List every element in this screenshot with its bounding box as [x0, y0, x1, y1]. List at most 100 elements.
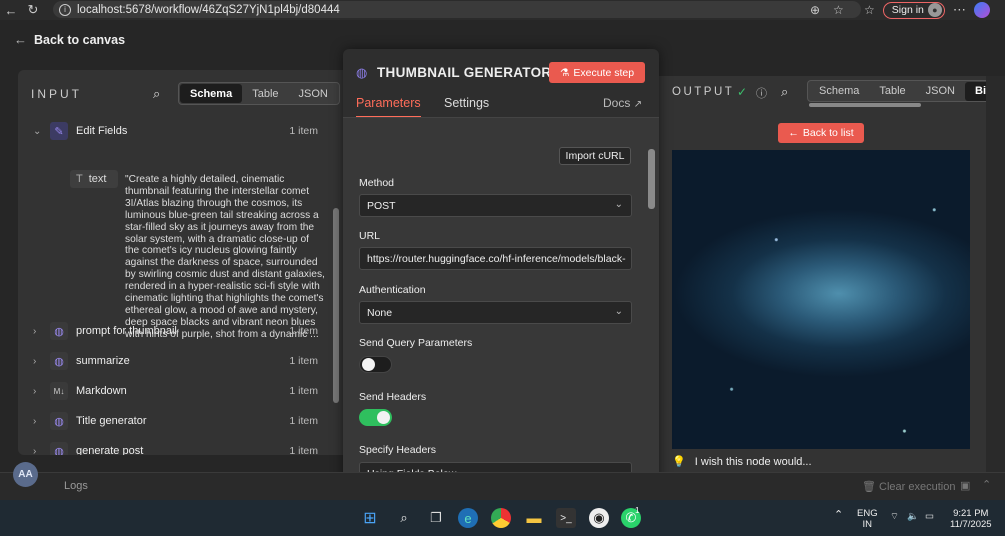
chrome-icon[interactable] [491, 508, 511, 528]
language-indicator[interactable]: ENG IN [857, 508, 878, 530]
node-title[interactable]: THUMBNAIL GENERATOR [377, 65, 551, 80]
file-explorer-icon[interactable]: ▬ [524, 508, 544, 528]
feedback-prompt[interactable]: 💡 I wish this node would... [672, 455, 812, 468]
tab-schema[interactable]: Schema [809, 82, 869, 101]
collapse-icon[interactable]: ▣ [960, 479, 970, 492]
input-node-row[interactable]: › ◍ summarize 1 item [18, 350, 326, 372]
logs-label[interactable]: Logs [64, 480, 88, 492]
tab-settings[interactable]: Settings [444, 96, 489, 110]
item-count: 1 item [289, 355, 318, 367]
tabs-scrollbar[interactable] [809, 103, 921, 107]
favorites-icon[interactable]: ☆ [864, 3, 875, 17]
user-avatar[interactable]: AA [13, 462, 38, 487]
back-arrow-icon[interactable]: ← [0, 0, 22, 20]
globe-icon: ◍ [50, 322, 68, 340]
search-icon[interactable]: ⌕ [153, 86, 160, 102]
date: 11/7/2025 [950, 519, 992, 530]
right-edge-panel [986, 76, 1005, 476]
globe-icon: ◍ [356, 65, 368, 80]
input-view-tabs: Schema Table JSON [178, 82, 340, 105]
signin-button[interactable]: Sign in ● [882, 1, 945, 19]
tab-json[interactable]: JSON [916, 82, 965, 101]
chevron-right-icon[interactable]: › [33, 356, 36, 367]
input-title: INPUT [31, 87, 82, 101]
wifi-icon[interactable]: ⌔ [890, 511, 899, 522]
terminal-icon[interactable]: >_ [556, 508, 576, 528]
item-count: 1 item [289, 125, 318, 137]
scroll-thumb[interactable] [333, 208, 339, 403]
lightbulb-icon: 💡 [672, 456, 686, 468]
back-to-canvas-icon[interactable]: ← [14, 32, 27, 47]
method-label: Method [359, 177, 395, 189]
back-to-canvas-link[interactable]: Back to canvas [34, 33, 125, 47]
volume-icon[interactable]: 🔈 [907, 511, 919, 522]
input-panel: INPUT ⌕ Schema Table JSON ⌄ ✎ Edit Field… [18, 70, 343, 455]
reload-icon[interactable]: ↻ [22, 0, 44, 20]
more-menu-icon[interactable]: ⋯ [953, 2, 966, 18]
tab-json[interactable]: JSON [289, 84, 338, 103]
input-node-row[interactable]: › ◍ prompt for thumbnail 1 item [18, 320, 326, 342]
external-link-icon: ↗ [633, 99, 643, 110]
chevron-up-icon[interactable]: ⌃ [982, 478, 991, 491]
info-icon[interactable]: ⓘ [756, 85, 767, 101]
scroll-thumb[interactable] [648, 149, 655, 209]
windows-start-icon[interactable]: ⊞ [360, 508, 380, 528]
input-node-row[interactable]: › ◍ Title generator 1 item [18, 410, 326, 432]
logs-bar: Logs 🗑 Clear execution ▣ ⌃ [0, 472, 1005, 500]
battery-icon[interactable]: ▭ [925, 511, 934, 522]
input-node-row[interactable]: › M↓ Markdown 1 item [18, 380, 326, 402]
chevron-right-icon[interactable]: › [33, 446, 36, 456]
task-view-icon[interactable]: ❐ [426, 508, 446, 528]
item-count: 1 item [289, 445, 318, 455]
time: 9:21 PM [953, 508, 989, 519]
modal-scrollbar[interactable] [648, 139, 655, 489]
zoom-icon[interactable]: ⊕ [810, 3, 820, 17]
chevron-down-icon: ⌄ [614, 306, 623, 317]
address-bar[interactable]: i localhost:5678/workflow/46ZqS27YjN1pl4… [53, 1, 861, 18]
github-icon[interactable]: ◉ [589, 508, 609, 528]
execute-step-button[interactable]: ⚗ Execute step [549, 62, 645, 83]
globe-icon: ◍ [50, 412, 68, 430]
tab-table[interactable]: Table [242, 84, 288, 103]
item-count: 1 item [289, 325, 318, 337]
output-title: OUTPUT [672, 86, 735, 98]
copilot-icon[interactable] [973, 2, 990, 18]
url-input[interactable]: https://router.huggingface.co/hf-inferen… [359, 247, 632, 270]
profile-avatar-icon: ● [927, 3, 942, 17]
authentication-select[interactable]: None ⌄ [359, 301, 632, 324]
method-select[interactable]: POST ⌄ [359, 194, 632, 217]
node-label: generate post [76, 445, 144, 455]
search-icon[interactable]: ⌕ [394, 508, 414, 528]
tab-parameters[interactable]: Parameters [356, 96, 421, 118]
flask-icon: ⚗ [559, 66, 570, 79]
send-query-toggle[interactable] [359, 356, 392, 373]
toggle-knob [377, 411, 390, 424]
input-node-row[interactable]: ⌄ ✎ Edit Fields 1 item [18, 120, 326, 142]
edge-browser-icon[interactable]: e [458, 508, 478, 528]
chevron-down-icon[interactable]: ⌄ [33, 126, 41, 137]
text-type-icon: T [76, 173, 83, 185]
search-icon[interactable]: ⌕ [781, 84, 788, 100]
back-to-list-button[interactable]: ← Back to list [778, 123, 864, 143]
clipped-row-wrapper: › ◍ generate post 1 item [18, 436, 326, 455]
url-label: URL [359, 230, 381, 242]
chevron-right-icon[interactable]: › [33, 416, 36, 427]
clear-execution-button[interactable]: 🗑 Clear execution [862, 480, 955, 493]
input-node-row[interactable]: › ◍ generate post 1 item [18, 440, 326, 455]
tab-table[interactable]: Table [869, 82, 915, 101]
execute-label: Execute step [573, 66, 635, 79]
clock[interactable]: 9:21 PM 11/7/2025 [950, 508, 992, 530]
docs-link[interactable]: Docs ↗ [603, 96, 642, 110]
globe-icon: ◍ [50, 442, 68, 455]
site-info-icon[interactable]: i [59, 3, 71, 16]
chevron-right-icon[interactable]: › [33, 326, 36, 337]
tab-schema[interactable]: Schema [180, 84, 243, 103]
chevron-up-icon[interactable]: ⌃ [834, 510, 843, 521]
import-curl-button[interactable]: Import cURL [559, 147, 631, 165]
binary-image-preview [672, 150, 970, 449]
item-count: 1 item [289, 415, 318, 427]
chevron-right-icon[interactable]: › [33, 386, 36, 397]
star-icon[interactable]: ☆ [833, 3, 844, 17]
input-scrollbar[interactable] [333, 146, 339, 446]
send-headers-toggle[interactable] [359, 409, 392, 426]
